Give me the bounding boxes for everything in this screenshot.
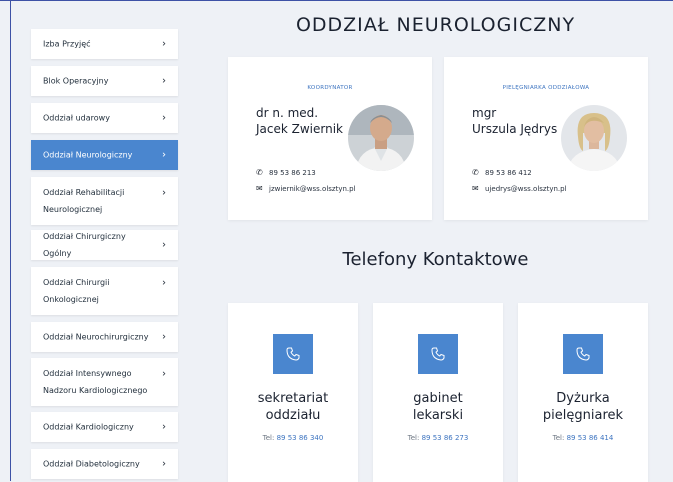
chevron-right-icon: › [162, 421, 166, 433]
main-content: ODDZIAŁ NEUROLOGICZNY KOORDYNATOR dr n. … [198, 1, 673, 482]
sidebar-item-izba-przyjec[interactable]: Izba Przyjęć › [31, 29, 178, 59]
tile-label-line1: gabinet [413, 391, 463, 406]
sidebar-item-blok-operacyjny[interactable]: Blok Operacyjny › [31, 66, 178, 96]
tile-label-line2: oddziału [265, 408, 321, 423]
sidebar-item-label: Oddział Chirurgii Onkologicznej [43, 278, 110, 304]
phone-button[interactable] [563, 334, 603, 374]
tel-number-link[interactable]: 89 53 86 414 [567, 434, 614, 442]
sidebar-item-neurochirurgiczny[interactable]: Oddział Neurochirurgiczny › [31, 322, 178, 352]
phone-tile-secretariat: sekretariat oddziału Tel: 89 53 86 340 [228, 303, 358, 482]
envelope-icon: ✉ [256, 184, 263, 193]
chevron-right-icon: › [162, 149, 166, 161]
chevron-right-icon: › [162, 38, 166, 50]
contact-email-row[interactable]: ✉ jzwiernik@wss.olsztyn.pl [256, 184, 356, 193]
head-nurse-photo [561, 105, 627, 171]
sidebar-item-oddzial-neurologiczny[interactable]: Oddział Neurologiczny › [31, 140, 178, 170]
chevron-right-icon: › [162, 331, 166, 343]
sidebar-item-label: Blok Operacyjny [43, 76, 109, 86]
sidebar-item-label: Oddział Rehabilitacji Neurologicznej [43, 188, 125, 214]
contact-email-row[interactable]: ✉ ujedrys@wss.olsztyn.pl [472, 184, 567, 193]
phone-icon [431, 347, 445, 361]
sidebar-item-diabetologiczny[interactable]: Oddział Diabetologiczny › [31, 449, 178, 479]
tile-label-line2: lekarski [412, 408, 464, 423]
tel-prefix: Tel: [262, 434, 275, 442]
phone-icon [286, 347, 300, 361]
sidebar-item-kardiologiczny[interactable]: Oddział Kardiologiczny › [31, 412, 178, 442]
sidebar-item-label: Oddział Diabetologiczny [43, 459, 140, 469]
contact-email: ujedrys@wss.olsztyn.pl [485, 185, 567, 193]
tile-label-line2: pielęgniarek [542, 408, 624, 423]
tel-prefix: Tel: [407, 434, 420, 442]
tile-label-line1: Dyżurka [556, 391, 610, 406]
sidebar-item-label: Oddział Neurochirurgiczny [43, 332, 149, 342]
sidebar-item-label: Oddział Intensywnego Nadzoru Kardiologic… [43, 369, 148, 395]
phone-button[interactable] [273, 334, 313, 374]
chevron-right-icon: › [162, 187, 166, 199]
phone-button[interactable] [418, 334, 458, 374]
contact-phone: 89 53 86 412 [485, 169, 532, 177]
tile-label: Dyżurka pielęgniarek [518, 390, 648, 424]
tel-number-link[interactable]: 89 53 86 273 [422, 434, 469, 442]
tile-label: sekretariat oddziału [228, 390, 358, 424]
page-title: ODDZIAŁ NEUROLOGICZNY [295, 14, 576, 36]
phone-icon: ✆ [256, 168, 263, 177]
chevron-right-icon: › [162, 112, 166, 124]
contact-name: mgr Urszula Jędrys [472, 105, 557, 137]
contact-email: jzwiernik@wss.olsztyn.pl [269, 185, 356, 193]
contact-name-line1: dr n. med. [256, 106, 319, 120]
chevron-right-icon: › [162, 239, 166, 251]
tel-prefix: Tel: [552, 434, 565, 442]
sidebar-item-chirurgiczny-ogolny[interactable]: Oddział Chirurgiczny Ogólny › [31, 230, 178, 260]
contact-card-coordinator: KOORDYNATOR dr n. med. Jacek Zwiernik ✆ 8… [228, 57, 432, 220]
phone-tile-doctors-office: gabinet lekarski Tel: 89 53 86 273 [373, 303, 503, 482]
contact-role: PIELĘGNIARKA ODDZIAŁOWA [502, 85, 590, 91]
sidebar-item-oddzial-rehabilitacji[interactable]: Oddział Rehabilitacji Neurologicznej › [31, 177, 178, 225]
contact-phone: 89 53 86 213 [269, 169, 316, 177]
sidebar-item-label: Oddział Chirurgiczny Ogólny [43, 232, 126, 258]
section-title-contact-phones: Telefony Kontaktowe [342, 249, 529, 270]
tel-number-link[interactable]: 89 53 86 340 [277, 434, 324, 442]
department-sidebar: Izba Przyjęć › Blok Operacyjny › Oddział… [11, 1, 198, 481]
contact-name-line2: Jacek Zwiernik [256, 122, 343, 136]
sidebar-item-chirurgii-onkologicznej[interactable]: Oddział Chirurgii Onkologicznej › [31, 267, 178, 315]
chevron-right-icon: › [162, 277, 166, 289]
sidebar-item-label: Oddział Kardiologiczny [43, 422, 134, 432]
chevron-right-icon: › [162, 458, 166, 470]
tile-phone: Tel: 89 53 86 340 [228, 434, 358, 442]
sidebar-item-label: Oddział udarowy [43, 113, 110, 123]
contact-name-line1: mgr [472, 106, 497, 120]
sidebar-item-oddzial-udarowy[interactable]: Oddział udarowy › [31, 103, 178, 133]
phone-tile-nurses-duty-room: Dyżurka pielęgniarek Tel: 89 53 86 414 [518, 303, 648, 482]
phone-icon: ✆ [472, 168, 479, 177]
contact-name: dr n. med. Jacek Zwiernik [256, 105, 343, 137]
contact-name-line2: Urszula Jędrys [472, 122, 558, 136]
phone-icon [576, 347, 590, 361]
sidebar-item-intensywnego-nadzoru[interactable]: Oddział Intensywnego Nadzoru Kardiologic… [31, 358, 178, 406]
tile-phone: Tel: 89 53 86 414 [518, 434, 648, 442]
envelope-icon: ✉ [472, 184, 479, 193]
tile-label-line1: sekretariat [257, 391, 329, 406]
chevron-right-icon: › [162, 368, 166, 380]
contact-role: KOORDYNATOR [307, 85, 353, 91]
contact-phone-row[interactable]: ✆ 89 53 86 412 [472, 168, 532, 177]
tile-label: gabinet lekarski [373, 390, 503, 424]
contact-card-head-nurse: PIELĘGNIARKA ODDZIAŁOWA mgr Urszula Jędr… [444, 57, 648, 220]
tile-phone: Tel: 89 53 86 273 [373, 434, 503, 442]
coordinator-photo [348, 105, 414, 171]
contact-phone-row[interactable]: ✆ 89 53 86 213 [256, 168, 316, 177]
chevron-right-icon: › [162, 75, 166, 87]
sidebar-item-label: Izba Przyjęć [43, 39, 91, 49]
sidebar-item-label: Oddział Neurologiczny [43, 150, 133, 160]
